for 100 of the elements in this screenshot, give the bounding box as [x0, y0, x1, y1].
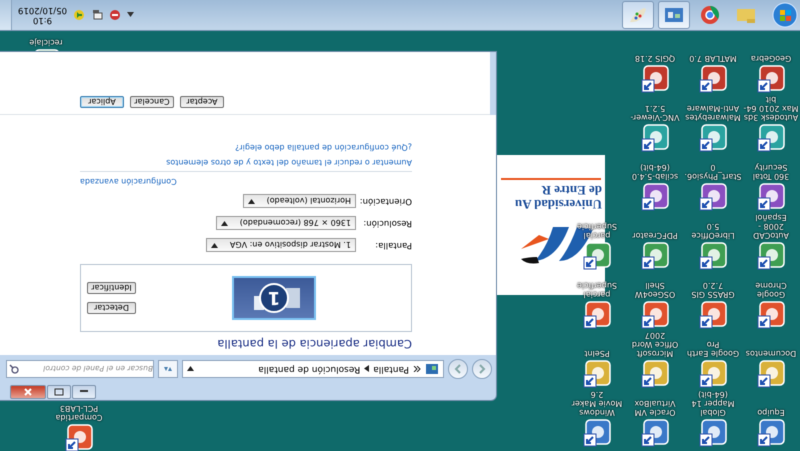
desktop-icon-label[interactable]: parcial Superficie [568, 281, 626, 299]
desktop-icon-label[interactable]: scilab-5.4.0 (64-bit) [626, 163, 684, 181]
dropdown-arrow-icon [210, 243, 218, 248]
double-chevron-icon [413, 366, 421, 372]
desktop-icon-label[interactable]: 360 Total Security [742, 163, 800, 181]
link[interactable]: Configuración avanzada [80, 177, 177, 186]
desktop-icon-label[interactable]: reciclaje [29, 38, 63, 47]
desktop-icon-label[interactable]: Malwarebytes Anti-Malware [684, 104, 742, 122]
shortcut-icon [698, 358, 728, 388]
shortcut-icon [698, 63, 728, 93]
field-label: Orientación: [358, 196, 412, 206]
logo-text: de Entre R [540, 183, 602, 197]
shortcut-icon [756, 122, 786, 152]
shortcut-icon [756, 240, 786, 270]
dropdown[interactable]: Horizontal (volteado) [242, 194, 356, 208]
shortcut-icon [640, 299, 670, 329]
desktop-icon-label[interactable]: GRASS GIS 7.2.0 [684, 281, 742, 299]
start-button[interactable] [770, 1, 800, 29]
desktop-icon-label[interactable]: Equipo [757, 408, 785, 417]
dropdown-arrow-icon [220, 221, 228, 226]
breadcrumb-item[interactable]: Pantalla [373, 364, 409, 374]
button[interactable]: Aplicar [80, 96, 124, 108]
search-icon [9, 364, 19, 374]
close-button[interactable] [10, 385, 46, 399]
shortcut-icon [756, 358, 786, 388]
caret-icon[interactable] [127, 12, 134, 18]
desktop-icon-label[interactable]: PDFCreator [632, 231, 678, 240]
dropdown-arrow-icon [248, 199, 255, 204]
taskbar-button[interactable] [658, 1, 690, 29]
shortcut-icon [698, 240, 728, 270]
shortcut-icon [640, 63, 670, 93]
dropdown[interactable]: 1. Mostrar dispositivo en: VGA [206, 238, 356, 252]
desktop-icon-label[interactable]: Oracle VM VirtualBox [626, 399, 684, 417]
shortcut-icon [582, 358, 612, 388]
shortcut-icon [64, 422, 94, 451]
shortcut-icon [640, 240, 670, 270]
button[interactable]: Detectar [87, 302, 136, 314]
taskbar-button[interactable] [622, 1, 654, 29]
desktop-icon-label[interactable]: Documentos [746, 349, 796, 358]
maximize-icon [54, 388, 64, 396]
minimize-button[interactable] [72, 385, 96, 399]
button[interactable]: Cancelar [130, 96, 174, 108]
desktop-icon-label[interactable]: MATLAB 7.0 [689, 54, 737, 63]
shortcut-icon [698, 299, 728, 329]
refresh-icon [162, 364, 174, 374]
shortcut-icon [698, 122, 728, 152]
shortcut-icon [756, 299, 786, 329]
network-icon[interactable] [91, 9, 103, 21]
arrow-icon [364, 366, 370, 372]
desktop-icon-label[interactable]: PSeInt [584, 349, 610, 358]
shortcut-icon [582, 417, 612, 447]
app-icon [698, 3, 722, 27]
shortcut-icon [640, 181, 670, 211]
page-heading: Cambiar apariencia de la pantalla [216, 337, 412, 351]
field-label: Resolución: [362, 218, 412, 228]
desktop-icon-label[interactable]: Compartida PCL-LAB3 [50, 404, 108, 422]
desktop-icon-label[interactable]: Google Earth Pro [684, 340, 742, 358]
close-icon [23, 388, 33, 396]
shortcut-icon [698, 181, 728, 211]
start-orb-icon [772, 2, 798, 28]
desktop-icon-label[interactable]: Microsoft Office Word 2007 [626, 331, 684, 358]
desktop-icon-label[interactable]: VNC-Viewer-5.2.1 [626, 104, 684, 122]
desktop-icon-label[interactable]: AutoCAD 2008 - Español [742, 213, 800, 240]
refresh-button[interactable] [158, 360, 178, 378]
clock-time[interactable]: 9:10 [32, 15, 52, 25]
shortcut-icon [640, 358, 670, 388]
link[interactable]: Aumentar o reducir el tamaño del texto y de otros elementos [80, 158, 412, 167]
maximize-button[interactable] [47, 385, 71, 399]
desktop-icon-label[interactable]: LibreOffice 5.0 [684, 222, 742, 240]
logo-text: Universidad Au [514, 197, 602, 211]
desktop-icon-label[interactable]: Start_Physio6.0 [684, 163, 742, 181]
clock-date[interactable]: 05/10/2019 [18, 5, 67, 15]
link[interactable]: ¿Qué configuración de pantalla debo elegir? [80, 143, 412, 152]
monitor-number: 1 [259, 283, 289, 313]
address-bar[interactable]: Pantalla Resolución de pantalla [182, 360, 444, 378]
shortcut-icon [756, 181, 786, 211]
shortcut-icon [640, 122, 670, 152]
desktop-icon-label[interactable]: GeoGebra [750, 54, 792, 63]
dropdown[interactable]: 1360 × 768 (recomendado) [216, 216, 356, 230]
breadcrumb-item[interactable]: Resolución de pantalla [258, 364, 360, 374]
desktop-icon-label[interactable]: Autodesk 3ds Max 2010 64-bit [742, 95, 800, 122]
shortcut-icon [756, 417, 786, 447]
minimize-icon [79, 389, 89, 395]
desktop-icon-label[interactable]: OSGeo4W Shell [626, 281, 684, 299]
button[interactable]: Identificar [87, 282, 136, 294]
button[interactable]: Aceptar [180, 96, 224, 108]
back-button[interactable] [472, 359, 492, 379]
desktop-icon-label[interactable]: Global Mapper 14 (64-bit) [684, 390, 742, 417]
control-panel-icon [425, 363, 439, 375]
monitor-tile[interactable]: 1 [232, 276, 316, 320]
desktop-icon-label[interactable]: QGIS 2.18 [634, 54, 676, 63]
shortcut-icon [640, 417, 670, 447]
shortcut-icon [582, 299, 612, 329]
desktop-icon-label[interactable]: Google Chrome [742, 281, 800, 299]
shortcut-icon [698, 417, 728, 447]
desktop-icon-label[interactable]: Windows Movie Maker 2.6 [568, 390, 626, 417]
desktop-icon-label[interactable]: parcial Superficie [568, 222, 626, 240]
dropdown-arrow-icon [187, 366, 194, 372]
shortcut-icon [756, 63, 786, 93]
forward-button[interactable] [448, 359, 468, 379]
